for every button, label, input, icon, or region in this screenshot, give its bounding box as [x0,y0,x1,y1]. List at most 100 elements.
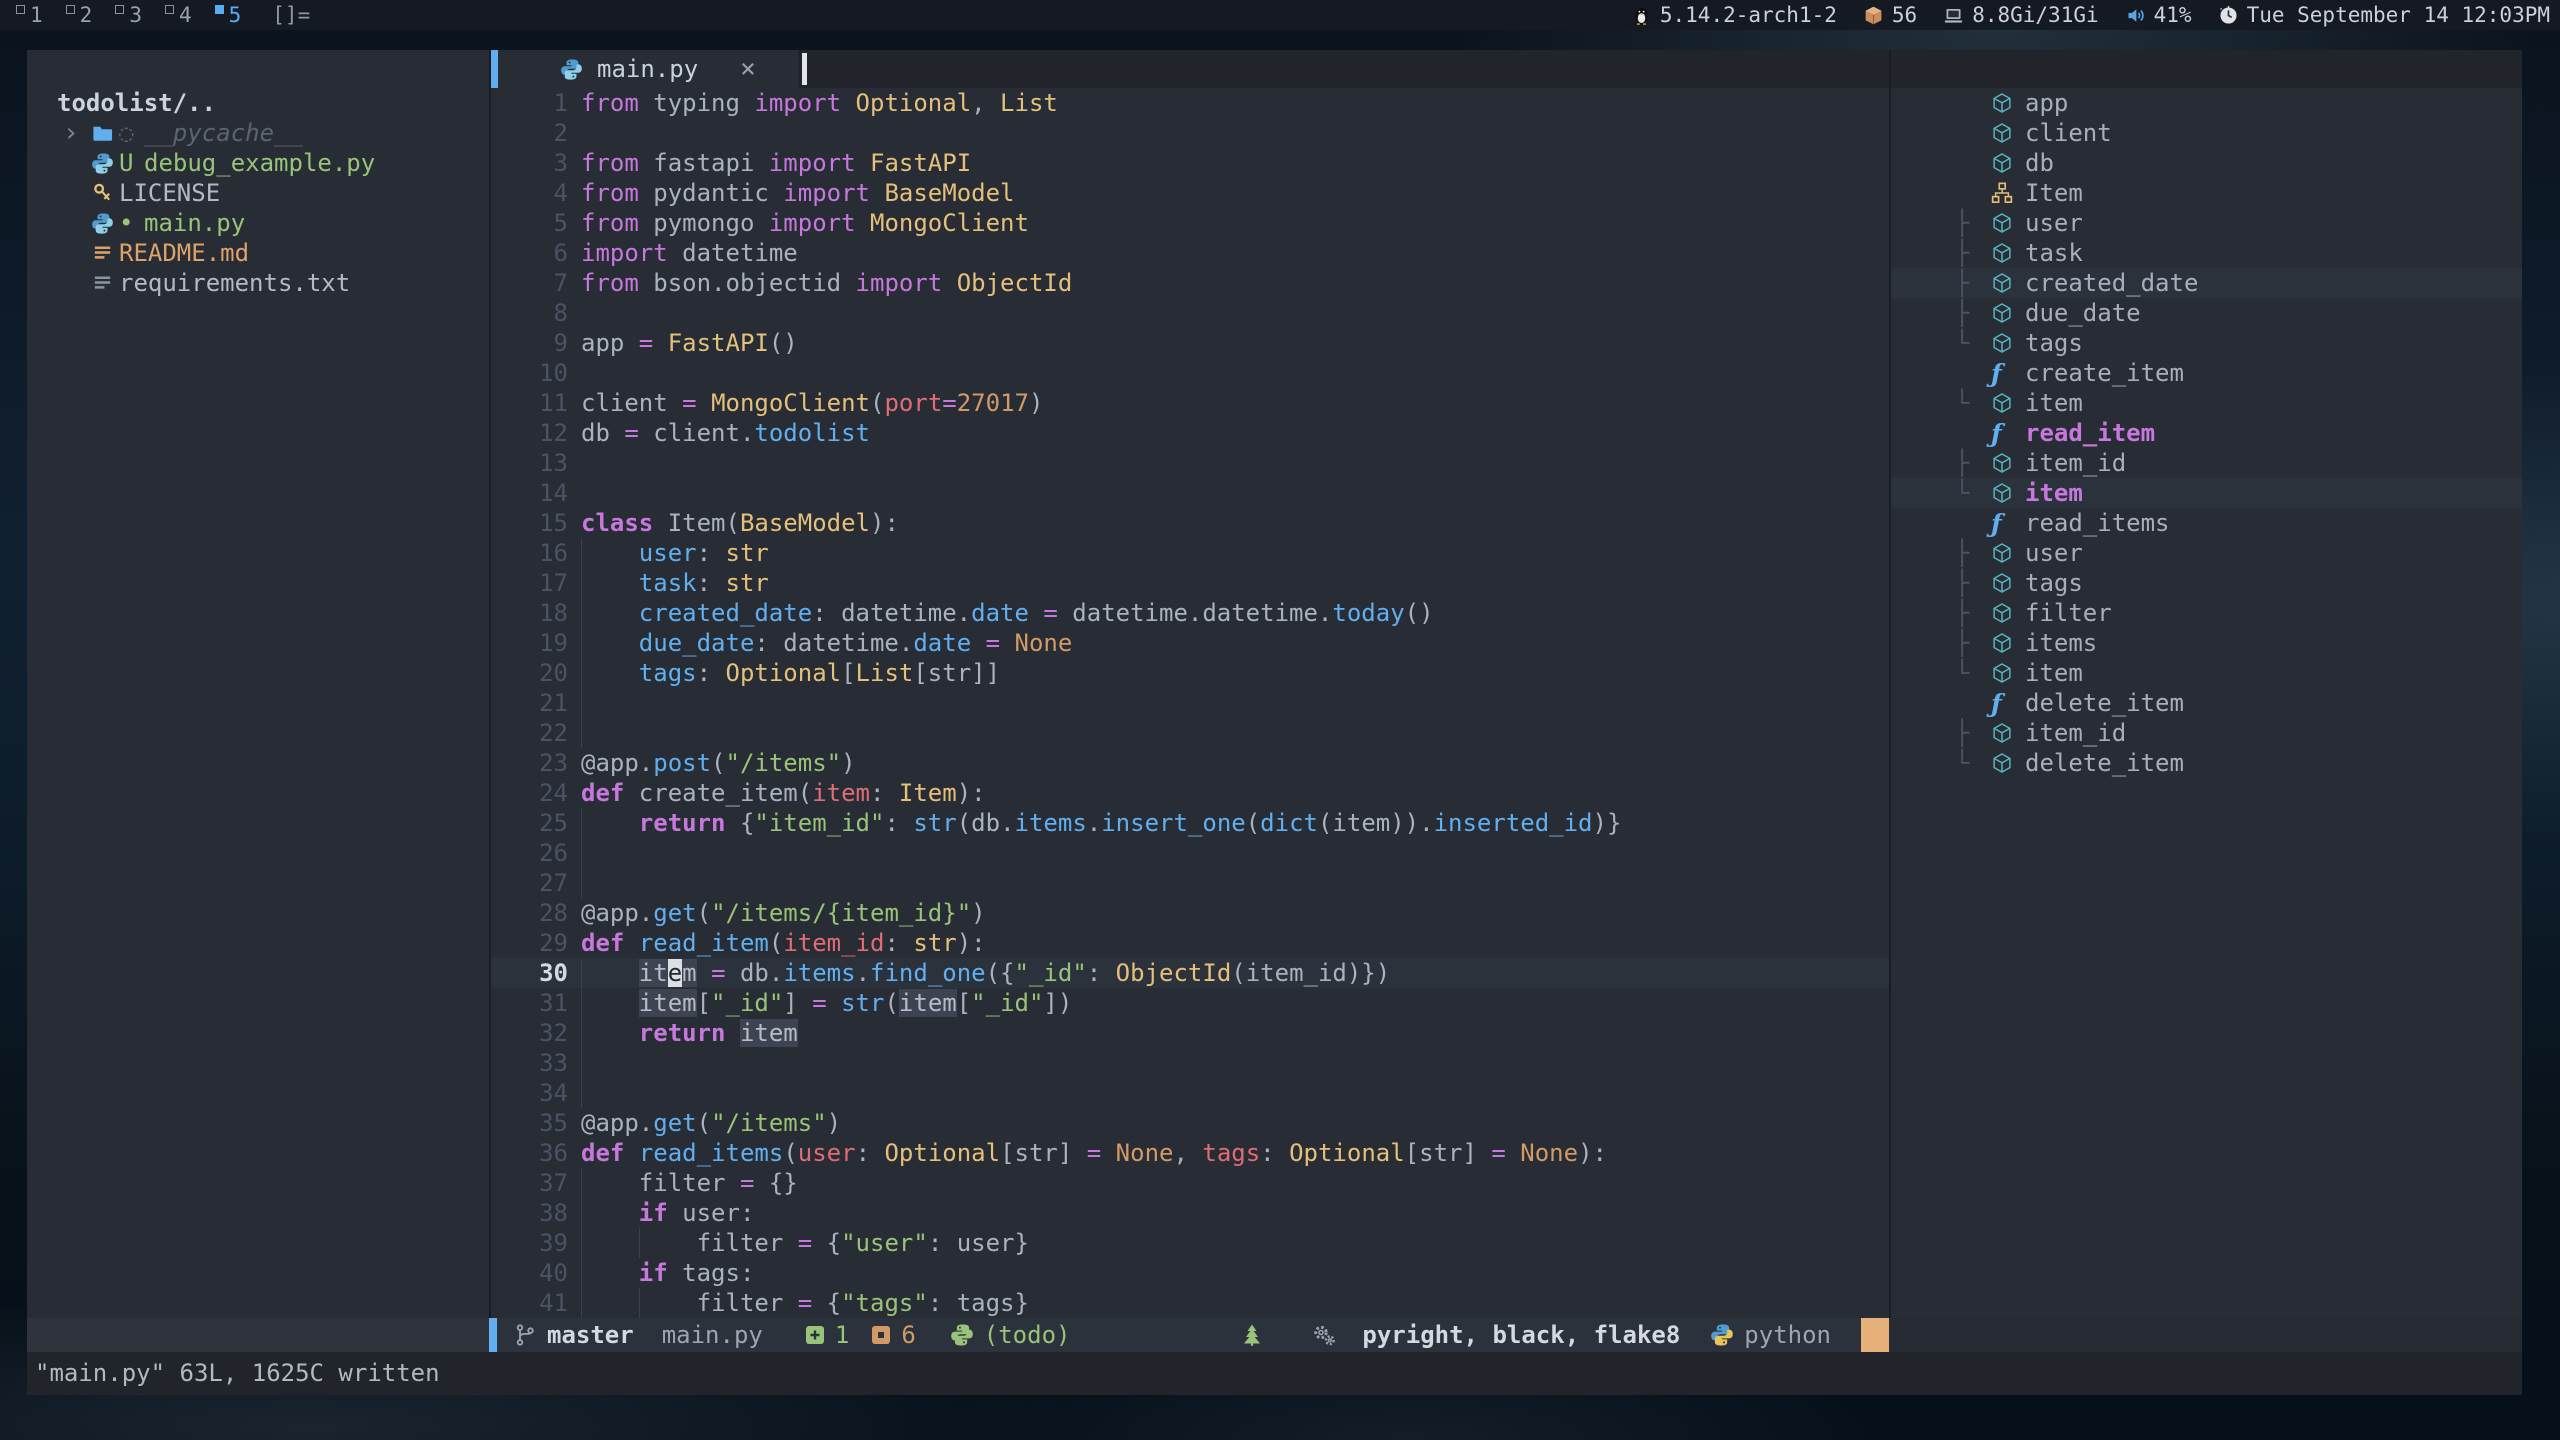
tag-item[interactable]: └item [1891,658,2522,688]
tag-app[interactable]: app [1891,88,2522,118]
workspace-4[interactable]: 4 [159,2,209,28]
tag-task[interactable]: ├task [1891,238,2522,268]
code-line-38[interactable]: 38 if user: [490,1198,1889,1228]
tag-filter[interactable]: ├filter [1891,598,2522,628]
tag-Item[interactable]: Item [1891,178,2522,208]
cube-icon [1991,392,2025,414]
code-line-35[interactable]: 35@app.get("/items") [490,1108,1889,1138]
tag-created_date[interactable]: ├created_date [1891,268,2522,298]
tag-create_item[interactable]: ƒcreate_item [1891,358,2522,388]
tag-item_id[interactable]: ├item_id [1891,448,2522,478]
code-line-9[interactable]: 9app = FastAPI() [490,328,1889,358]
code-line-14[interactable]: 14 [490,478,1889,508]
code-line-31[interactable]: 31 item["_id"] = str(item["_id"]) [490,988,1889,1018]
module-penguin-text: 5.14.2-arch1-2 [1660,3,1837,27]
code-line-12[interactable]: 12db = client.todolist [490,418,1889,448]
code-line-33[interactable]: 33 [490,1048,1889,1078]
tag-user[interactable]: ├user [1891,208,2522,238]
treesitter-icon [1240,1323,1264,1347]
tag-delete_item[interactable]: ƒdelete_item [1891,688,2522,718]
workspace-1[interactable]: 1 [10,2,60,28]
code-line-25[interactable]: 25 return {"item_id": str(db.items.inser… [490,808,1889,838]
code-line-41[interactable]: 41 filter = {"tags": tags} [490,1288,1889,1318]
tag-user[interactable]: ├user [1891,538,2522,568]
tag-items[interactable]: ├items [1891,628,2522,658]
indent-guide [581,688,582,718]
code-line-34[interactable]: 34 [490,1078,1889,1108]
tag-delete_item[interactable]: └delete_item [1891,748,2522,778]
tag-client[interactable]: client [1891,118,2522,148]
tag-read_items[interactable]: ƒread_items [1891,508,2522,538]
code-line-11[interactable]: 11client = MongoClient(port=27017) [490,388,1889,418]
code-line-26[interactable]: 26 [490,838,1889,868]
tag-read_item[interactable]: ƒread_item [1891,418,2522,448]
code-line-17[interactable]: 17 task: str [490,568,1889,598]
workspace-square-icon [16,5,25,14]
code-line-5[interactable]: 5from pymongo import MongoClient [490,208,1889,238]
code-line-37[interactable]: 37 filter = {} [490,1168,1889,1198]
code-line-40[interactable]: 40 if tags: [490,1258,1889,1288]
tree-item-LICENSE[interactable]: LICENSE [27,178,489,208]
code-line-24[interactable]: 24def create_item(item: Item): [490,778,1889,808]
tag-item[interactable]: └item [1891,388,2522,418]
code-line-21[interactable]: 21 [490,688,1889,718]
tag-db[interactable]: db [1891,148,2522,178]
code-line-20[interactable]: 20 tags: Optional[List[str]] [490,658,1889,688]
code-line-22[interactable]: 22 [490,718,1889,748]
tree-item-debug_example.py[interactable]: Udebug_example.py [27,148,489,178]
code-line-13[interactable]: 13 [490,448,1889,478]
code-line-15[interactable]: 15class Item(BaseModel): [490,508,1889,538]
tag-due_date[interactable]: ├due_date [1891,298,2522,328]
tree-editor-separator[interactable] [489,50,491,1352]
file-tree-pane[interactable]: todolist/.. ›◌__pycache__Udebug_example.… [27,50,489,1318]
code-line-7[interactable]: 7from bson.objectid import ObjectId [490,268,1889,298]
workspace-2[interactable]: 2 [60,2,110,28]
file-tree-root[interactable]: todolist/.. [57,88,216,118]
code-line-10[interactable]: 10 [490,358,1889,388]
code-line-2[interactable]: 2 [490,118,1889,148]
tree-item-main.py[interactable]: •main.py [27,208,489,238]
code-line-4[interactable]: 4from pydantic import BaseModel [490,178,1889,208]
memory-icon [1943,5,1964,26]
code-line-16[interactable]: 16 user: str [490,538,1889,568]
tag-item[interactable]: └item [1891,478,2522,508]
cube-icon [1991,332,2025,354]
code-line-32[interactable]: 32 return item [490,1018,1889,1048]
code-line-23[interactable]: 23@app.post("/items") [490,748,1889,778]
workspace-3[interactable]: 3 [109,2,159,28]
layout-indicator: []= [272,3,310,27]
code-line-1[interactable]: 1from typing import Optional, List [490,88,1889,118]
tagbar-pane[interactable]: appclientdbItem├user├task├created_date├d… [1891,88,2522,1318]
code-line-27[interactable]: 27 [490,868,1889,898]
code-text: @app.post("/items") [581,748,856,778]
terminal-window: todolist/.. ›◌__pycache__Udebug_example.… [27,50,2522,1395]
editor-tagbar-separator[interactable] [1889,50,1891,1352]
code-editor[interactable]: 1from typing import Optional, List23from… [490,88,1889,1318]
tag-tags[interactable]: └tags [1891,328,2522,358]
tag-item_id[interactable]: ├item_id [1891,718,2522,748]
tree-connector: ├ [1955,539,1991,567]
code-line-30[interactable]: 30 item = db.items.find_one({"_id": Obje… [490,958,1889,988]
tab-close-icon[interactable]: × [740,54,756,84]
tree-item-__pycache__[interactable]: ›◌__pycache__ [27,118,489,148]
code-line-29[interactable]: 29def read_item(item_id: str): [490,928,1889,958]
code-line-36[interactable]: 36def read_items(user: Optional[str] = N… [490,1138,1889,1168]
code-text: return item [581,1018,798,1048]
cube-icon [1991,122,2025,144]
tree-connector: ├ [1955,299,1991,327]
code-line-6[interactable]: 6import datetime [490,238,1889,268]
module-clock: Tue September 14 12:03PM [2218,3,2550,27]
code-line-8[interactable]: 8 [490,298,1889,328]
code-line-19[interactable]: 19 due_date: datetime.date = None [490,628,1889,658]
virtualenv-python-icon [950,1323,974,1347]
code-line-18[interactable]: 18 created_date: datetime.date = datetim… [490,598,1889,628]
tag-tags[interactable]: ├tags [1891,568,2522,598]
tree-item-requirements.txt[interactable]: requirements.txt [27,268,489,298]
tab-main-py[interactable]: main.py × [498,50,798,88]
chevron-right-icon[interactable]: › [63,118,91,148]
code-line-39[interactable]: 39 filter = {"user": user} [490,1228,1889,1258]
code-line-28[interactable]: 28@app.get("/items/{item_id}") [490,898,1889,928]
workspace-5[interactable]: 5 [209,2,259,28]
tree-item-README.md[interactable]: README.md [27,238,489,268]
code-line-3[interactable]: 3from fastapi import FastAPI [490,148,1889,178]
